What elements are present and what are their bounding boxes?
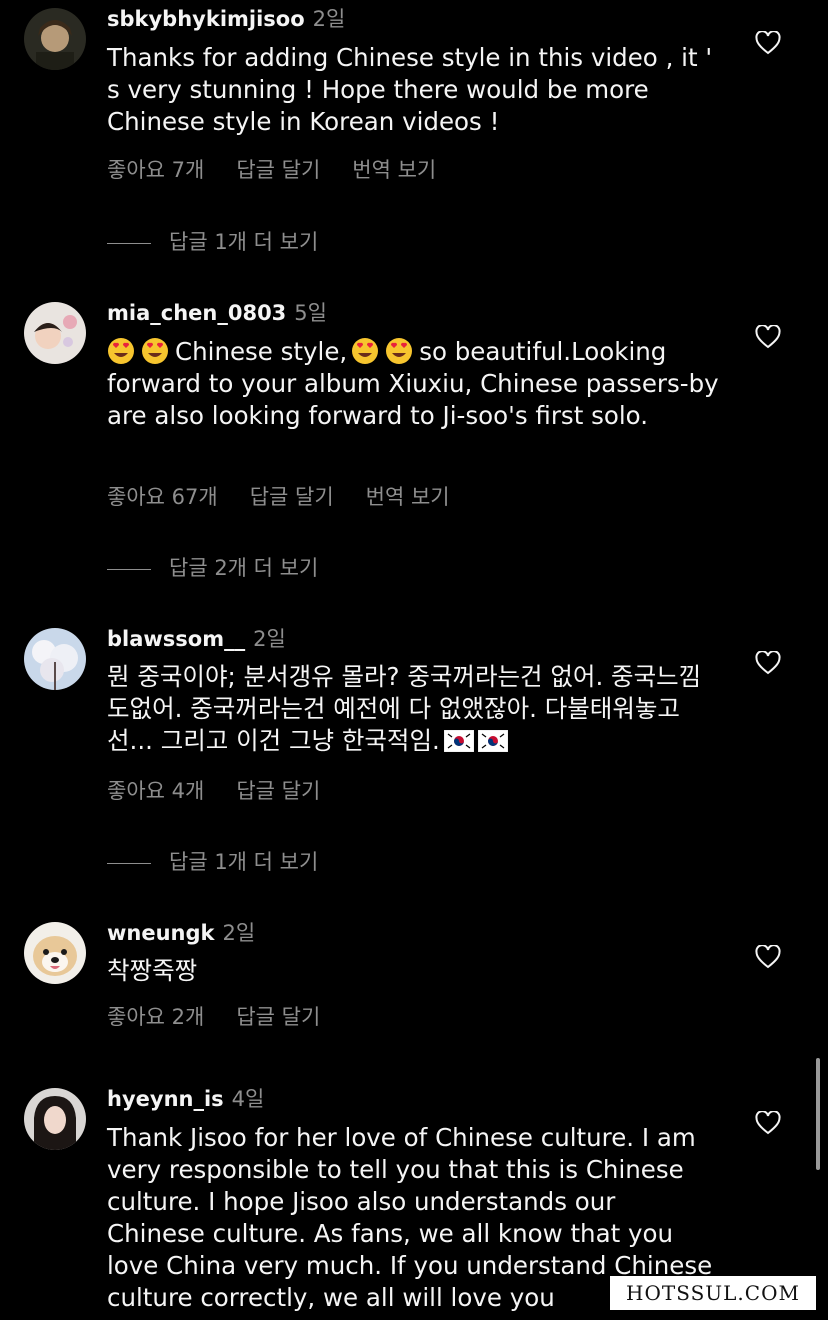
comment-text: Chinese style, so beautiful.Looking forwa… — [107, 336, 727, 432]
comment-header: hyeynn_is 4일 — [107, 1086, 264, 1112]
view-more-replies[interactable]: 답글 2개 더 보기 — [107, 552, 318, 582]
comment-actions: 좋아요 4개 답글 달기 — [107, 775, 352, 805]
comment-text: 뭔 중국이야; 분서갱유 몰라? 중국꺼라는건 없어. 중국느낌도없어. 중국꺼… — [107, 661, 722, 757]
reply-button[interactable]: 답글 달기 — [236, 158, 320, 182]
heart-outline-icon[interactable] — [755, 651, 781, 675]
timestamp: 4일 — [231, 1087, 265, 1111]
comment-header: wneungk 2일 — [107, 920, 255, 946]
timestamp: 5일 — [294, 301, 327, 325]
username[interactable]: wneungk — [107, 921, 215, 945]
comment-text: 착짱죽짱 — [107, 956, 198, 985]
korea-flag-emoji — [443, 728, 475, 753]
heart-eyes-emoji — [141, 337, 169, 365]
username[interactable]: blawssom__ — [107, 627, 245, 651]
heart-outline-icon[interactable] — [755, 945, 781, 969]
avatar[interactable] — [24, 628, 86, 690]
comment-text: Thanks for adding Chinese style in this … — [107, 43, 713, 136]
heart-eyes-emoji — [385, 337, 413, 365]
comment-header: sbkybhykimjisoo 2일 — [107, 6, 345, 32]
heart-outline-icon[interactable] — [755, 325, 781, 349]
view-more-replies-label: 답글 2개 더 보기 — [169, 556, 319, 580]
likes-count[interactable]: 좋아요 2개 — [107, 1005, 204, 1029]
username[interactable]: sbkybhykimjisoo — [107, 7, 305, 31]
comment-text-part: Chinese style, — [175, 337, 348, 366]
translate-button[interactable]: 번역 보기 — [352, 158, 436, 182]
reply-button[interactable]: 답글 달기 — [236, 1005, 320, 1029]
scrollbar[interactable] — [816, 1058, 820, 1170]
likes-count[interactable]: 좋아요 4개 — [107, 779, 204, 803]
reply-button[interactable]: 답글 달기 — [236, 779, 320, 803]
reply-button[interactable]: 답글 달기 — [250, 485, 334, 509]
comment-header: blawssom__ 2일 — [107, 626, 286, 652]
comment-actions: 좋아요 2개 답글 달기 — [107, 1001, 352, 1031]
likes-count[interactable]: 좋아요 67개 — [107, 485, 218, 509]
likes-count[interactable]: 좋아요 7개 — [107, 158, 204, 182]
view-more-replies[interactable]: 답글 1개 더 보기 — [107, 846, 318, 876]
timestamp: 2일 — [253, 627, 286, 651]
comment-text-part: 뭔 중국이야; 분서갱유 몰라? 중국꺼라는건 없어. 중국느낌도없어. 중국꺼… — [107, 662, 702, 755]
heart-eyes-emoji — [107, 337, 135, 365]
avatar[interactable] — [24, 8, 86, 70]
translate-button[interactable]: 번역 보기 — [366, 485, 450, 509]
heart-outline-icon[interactable] — [755, 31, 781, 55]
timestamp: 2일 — [312, 7, 346, 31]
avatar[interactable] — [24, 1088, 86, 1150]
timestamp: 2일 — [222, 921, 256, 945]
heart-outline-icon[interactable] — [755, 1111, 781, 1135]
comment-actions: 좋아요 7개 답글 달기 번역 보기 — [107, 154, 468, 184]
watermark: HOTSSUL.COM — [610, 1276, 816, 1310]
view-more-replies-label: 답글 1개 더 보기 — [169, 850, 319, 874]
view-more-replies-label: 답글 1개 더 보기 — [169, 230, 319, 254]
comment-header: mia_chen_0803 5일 — [107, 300, 327, 326]
view-more-replies[interactable]: 답글 1개 더 보기 — [107, 226, 318, 256]
heart-eyes-emoji — [351, 337, 379, 365]
username[interactable]: mia_chen_0803 — [107, 301, 286, 325]
avatar[interactable] — [24, 302, 86, 364]
divider — [107, 862, 151, 864]
divider — [107, 242, 151, 244]
comment-actions: 좋아요 67개 답글 달기 번역 보기 — [107, 481, 482, 511]
username[interactable]: hyeynn_is — [107, 1087, 224, 1111]
avatar[interactable] — [24, 922, 86, 984]
divider — [107, 568, 151, 570]
korea-flag-emoji — [477, 728, 509, 753]
